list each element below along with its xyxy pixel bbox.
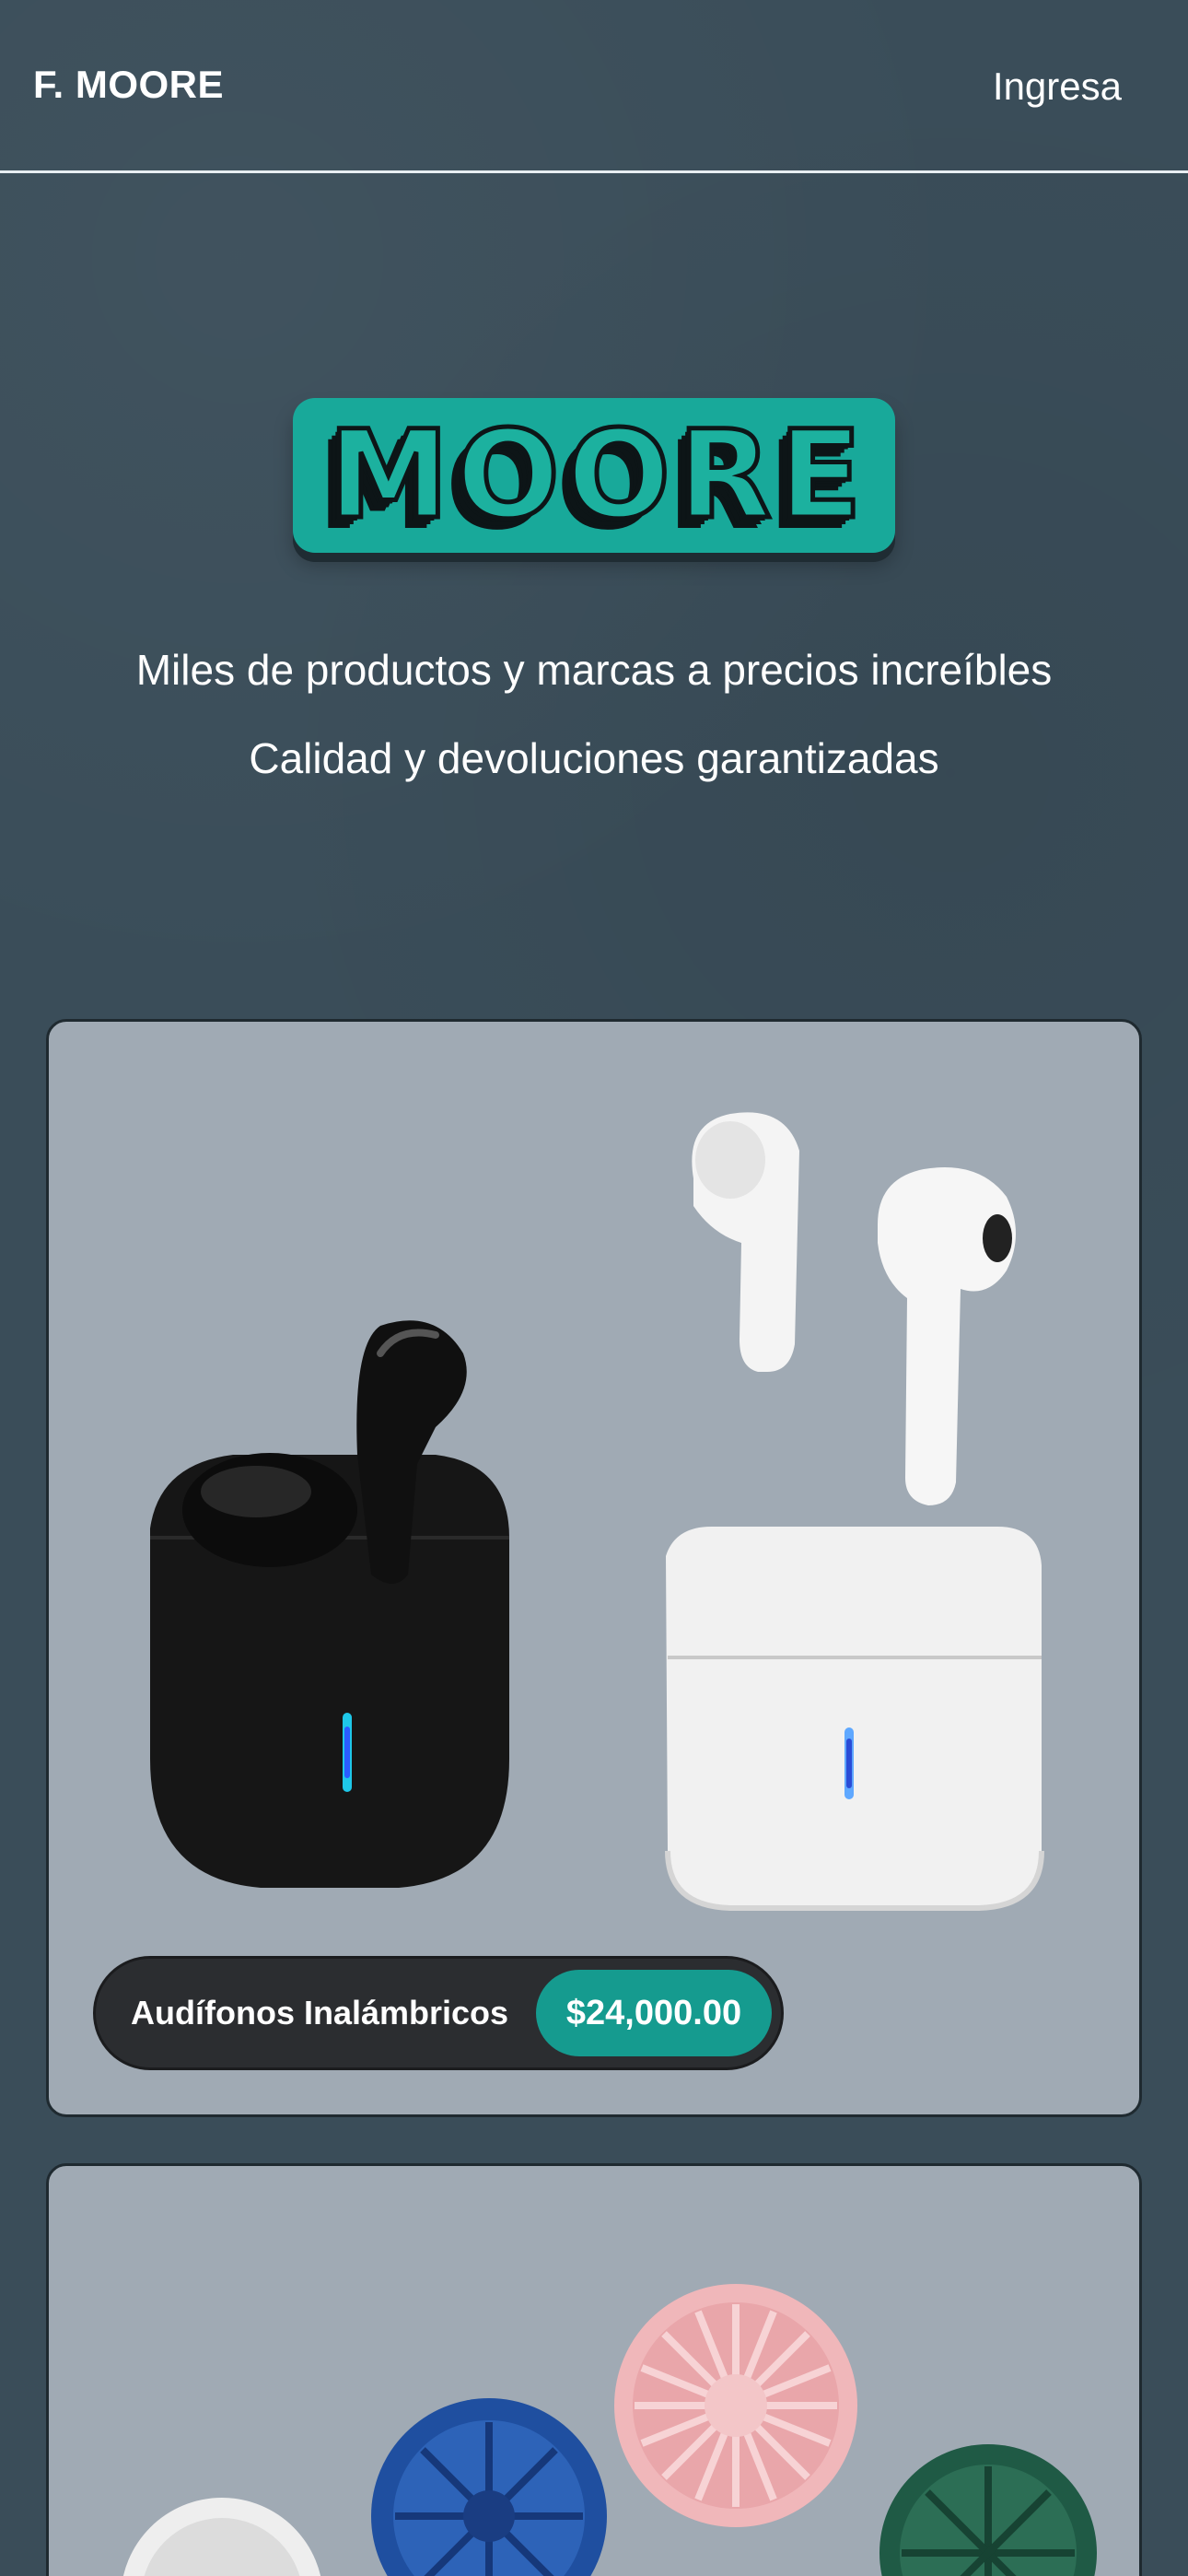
product-name: Audífonos Inalámbricos [131,1994,509,2032]
login-link[interactable]: Ingresa [993,64,1122,109]
product-price: $24,000.00 [536,1970,772,2056]
product-card[interactable]: Audífonos Inalámbricos $24,000.00 [46,1019,1142,2117]
moore-logo: MOORE [293,398,895,553]
wireless-earbuds-image [150,1112,1044,1911]
brand-name[interactable]: F. MOORE [33,63,224,107]
product-card[interactable] [46,2163,1142,2576]
logo-text: MOORE [326,404,869,546]
hero-tagline-1: Miles de productos y marcas a precios in… [135,646,1053,694]
portable-fans-image [122,2284,1097,2576]
product-info-pill[interactable]: Audífonos Inalámbricos $24,000.00 [93,1956,784,2070]
top-nav: F. MOORE Ingresa [0,0,1188,173]
page: F. MOORE Ingresa MOORE Miles de producto… [0,0,1188,2576]
hero-tagline-2: Calidad y devoluciones garantizadas [249,734,939,782]
